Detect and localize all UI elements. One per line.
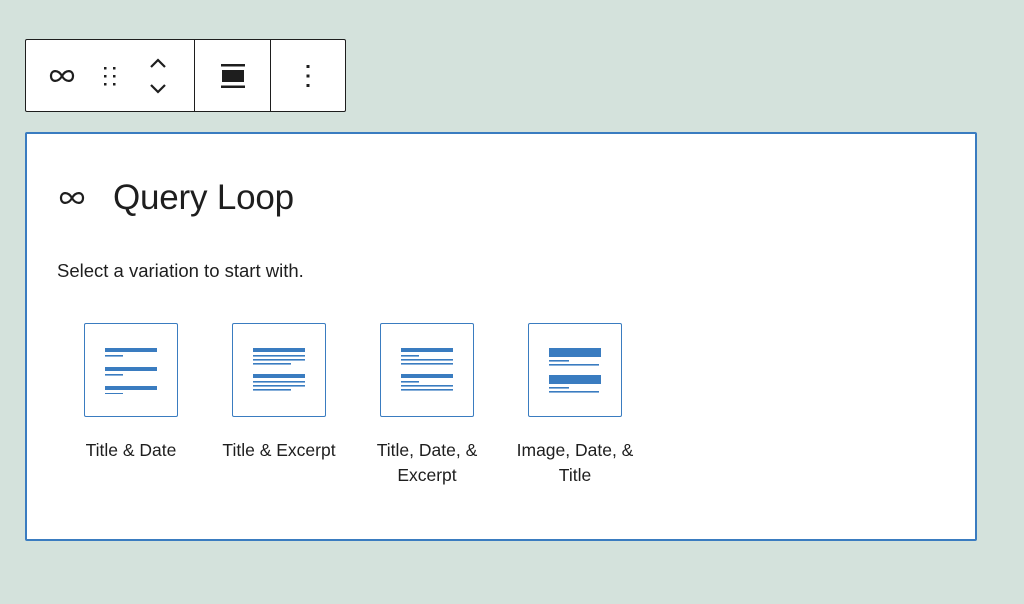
toolbar-group-more bbox=[270, 40, 345, 111]
variation-thumbnail[interactable] bbox=[84, 323, 178, 417]
title-excerpt-pattern-icon bbox=[253, 348, 305, 391]
block-toolbar bbox=[25, 39, 346, 112]
variation-label: Title, Date, & Excerpt bbox=[376, 440, 478, 485]
variation-title-date-excerpt[interactable]: Title, Date, & Excerpt bbox=[353, 323, 501, 488]
title-date-pattern-icon bbox=[105, 348, 157, 394]
image-date-title-pattern-icon bbox=[549, 348, 601, 393]
variation-label: Title & Excerpt bbox=[222, 440, 336, 460]
variation-image-date-title[interactable]: Image, Date, & Title bbox=[501, 323, 649, 488]
placeholder-title: Query Loop bbox=[113, 178, 294, 217]
variation-title-excerpt[interactable]: Title & Excerpt bbox=[205, 323, 353, 488]
variation-list: Title & Date Title & Excerpt Title, Date… bbox=[57, 323, 649, 488]
placeholder-header: Query Loop bbox=[59, 178, 294, 218]
align-button[interactable] bbox=[195, 40, 270, 111]
query-loop-placeholder: Query Loop Select a variation to start w… bbox=[25, 132, 977, 541]
move-up-down-buttons[interactable] bbox=[122, 40, 194, 111]
variation-thumbnail[interactable] bbox=[528, 323, 622, 417]
more-options-icon bbox=[306, 64, 310, 87]
move-up-down-icon bbox=[150, 57, 166, 94]
drag-handle-icon bbox=[104, 66, 116, 85]
variation-label: Title & Date bbox=[85, 440, 177, 460]
variation-thumbnail[interactable] bbox=[380, 323, 474, 417]
placeholder-instructions: Select a variation to start with. bbox=[57, 260, 304, 281]
more-options-button[interactable] bbox=[271, 40, 345, 111]
align-wide-icon bbox=[220, 63, 245, 88]
block-type-button[interactable] bbox=[26, 40, 98, 111]
title-date-excerpt-pattern-icon bbox=[401, 348, 453, 391]
query-loop-icon bbox=[59, 192, 85, 204]
variation-thumbnail[interactable] bbox=[232, 323, 326, 417]
query-loop-icon bbox=[49, 69, 75, 82]
toolbar-group-block bbox=[26, 40, 194, 111]
drag-handle-button[interactable] bbox=[98, 40, 122, 111]
variation-title-date[interactable]: Title & Date bbox=[57, 323, 205, 488]
variation-label: Image, Date, & Title bbox=[516, 440, 634, 485]
toolbar-group-align bbox=[194, 40, 270, 111]
